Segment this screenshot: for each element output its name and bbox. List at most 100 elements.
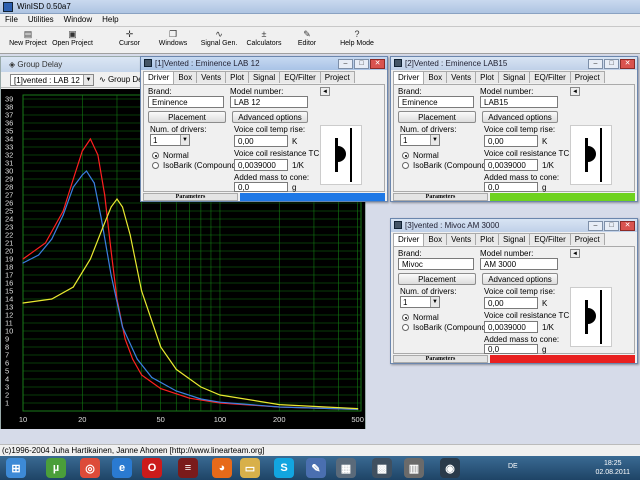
tab-driver[interactable]: Driver xyxy=(393,233,425,246)
num-drivers-select[interactable]: 1 ▼ xyxy=(400,134,440,146)
placement-button[interactable]: Placement xyxy=(398,111,476,123)
num-drivers-select[interactable]: 1 ▼ xyxy=(150,134,190,146)
opera-icon[interactable]: O xyxy=(142,458,162,478)
model-input[interactable]: AM 3000 xyxy=(480,258,558,270)
tab-eq-filter[interactable]: EQ/Filter xyxy=(529,233,571,245)
close-button[interactable]: ✕ xyxy=(620,221,635,231)
maximize-button[interactable]: □ xyxy=(604,59,619,69)
media-player-icon[interactable]: ◉ xyxy=(440,458,460,478)
placement-button[interactable]: Placement xyxy=(398,273,476,285)
start-orb-icon[interactable]: ⊞ xyxy=(6,458,26,478)
parameters-button[interactable]: Parameters xyxy=(393,193,488,201)
maximize-button[interactable]: □ xyxy=(604,221,619,231)
isobarik-radio[interactable]: IsoBarik (Compound) xyxy=(402,161,489,170)
tab-vents[interactable]: Vents xyxy=(446,233,477,245)
tab-plot[interactable]: Plot xyxy=(475,71,499,83)
brand-input[interactable]: Mivoc xyxy=(398,258,474,270)
media-app-icon[interactable]: ≡ xyxy=(178,458,198,478)
isobarik-radio[interactable]: IsoBarik (Compound) xyxy=(402,323,489,332)
winisd-icon[interactable]: ▦ xyxy=(336,458,356,478)
tab-signal[interactable]: Signal xyxy=(497,71,531,83)
tab-box[interactable]: Box xyxy=(423,71,448,83)
menu-help[interactable]: Help xyxy=(97,14,123,24)
tab-driver[interactable]: Driver xyxy=(393,71,425,84)
tab-project[interactable]: Project xyxy=(569,71,605,83)
menu-file[interactable]: File xyxy=(0,14,23,24)
vc-resistance-tc-input[interactable]: 0,0039000 xyxy=(484,321,538,333)
model-input[interactable]: LAB 12 xyxy=(230,96,308,108)
brand-input[interactable]: Eminence xyxy=(148,96,224,108)
brand-input[interactable]: Eminence xyxy=(398,96,474,108)
driver-window-title-bar[interactable]: [1]Vented : Eminence LAB 12 – □ ✕ xyxy=(141,57,387,70)
tab-signal[interactable]: Signal xyxy=(497,233,531,245)
advanced-options-button[interactable]: Advanced options xyxy=(482,111,558,123)
advanced-options-button[interactable]: Advanced options xyxy=(232,111,308,123)
added-mass-input[interactable]: 0,0 xyxy=(234,182,288,192)
chrome-icon[interactable]: ◎ xyxy=(80,458,100,478)
film-icon[interactable]: ▥ xyxy=(404,458,424,478)
tab-eq-filter[interactable]: EQ/Filter xyxy=(279,71,321,83)
driver-database-button[interactable]: ◄ xyxy=(570,87,580,96)
firefox-icon[interactable]: ◕ xyxy=(212,458,232,478)
model-label: Model number: xyxy=(480,87,534,96)
normal-radio[interactable]: Normal xyxy=(152,151,189,160)
windows-button[interactable]: ❐ Windows xyxy=(157,29,189,47)
driver-window-title-bar[interactable]: [3]vented : Mivoc AM 3000 – □ ✕ xyxy=(391,219,637,232)
vc-resistance-tc-input[interactable]: 0,0039000 xyxy=(234,159,288,171)
folder-icon[interactable]: ▭ xyxy=(240,458,260,478)
num-drivers-select[interactable]: 1 ▼ xyxy=(400,296,440,308)
tab-eq-filter[interactable]: EQ/Filter xyxy=(529,71,571,83)
tab-plot[interactable]: Plot xyxy=(475,233,499,245)
skype-icon[interactable]: S xyxy=(274,458,294,478)
tab-driver[interactable]: Driver xyxy=(143,71,175,84)
menu-window[interactable]: Window xyxy=(59,14,97,24)
added-mass-input[interactable]: 0,0 xyxy=(484,344,538,354)
clock[interactable]: 18:25 02.08.2011 xyxy=(595,459,630,477)
minimize-button[interactable]: – xyxy=(588,221,603,231)
utorrent-icon[interactable]: µ xyxy=(46,458,66,478)
maximize-button[interactable]: □ xyxy=(354,59,369,69)
tab-plot[interactable]: Plot xyxy=(225,71,249,83)
normal-radio[interactable]: Normal xyxy=(402,313,439,322)
parameters-button[interactable]: Parameters xyxy=(143,193,238,201)
internet-explorer-icon[interactable]: e xyxy=(112,458,132,478)
model-input[interactable]: LAB15 xyxy=(480,96,558,108)
signal-gen-button[interactable]: ∿ Signal Gen. xyxy=(200,29,238,47)
minimize-button[interactable]: – xyxy=(338,59,353,69)
cursor-button[interactable]: ✛ Cursor xyxy=(117,29,142,47)
tab-vents[interactable]: Vents xyxy=(196,71,227,83)
minimize-button[interactable]: – xyxy=(588,59,603,69)
open-project-button[interactable]: ▣ Open Project xyxy=(50,29,95,47)
tab-box[interactable]: Box xyxy=(423,233,448,245)
isobarik-radio[interactable]: IsoBarik (Compound) xyxy=(152,161,239,170)
placement-button[interactable]: Placement xyxy=(148,111,226,123)
vc-temp-rise-input[interactable]: 0,00 xyxy=(234,135,288,147)
paint-icon[interactable]: ✎ xyxy=(306,458,326,478)
tab-project[interactable]: Project xyxy=(569,233,605,245)
advanced-options-button[interactable]: Advanced options xyxy=(482,273,558,285)
editor-button[interactable]: ✎ Editor xyxy=(297,29,317,47)
tab-signal[interactable]: Signal xyxy=(247,71,281,83)
parameters-button[interactable]: Parameters xyxy=(393,355,488,363)
driver-window-title-bar[interactable]: [2]Vented : Eminence LAB15 – □ ✕ xyxy=(391,57,637,70)
vc-temp-rise-input[interactable]: 0,00 xyxy=(484,297,538,309)
menu-utilities[interactable]: Utilities xyxy=(23,14,59,24)
close-button[interactable]: ✕ xyxy=(620,59,635,69)
tab-vents[interactable]: Vents xyxy=(446,71,477,83)
language-indicator[interactable]: DE xyxy=(508,463,518,470)
tab-box[interactable]: Box xyxy=(173,71,198,83)
vc-temp-rise-input[interactable]: 0,00 xyxy=(484,135,538,147)
driver-database-button[interactable]: ◄ xyxy=(320,87,330,96)
project-select[interactable]: [1]vented : LAB 12 ▼ xyxy=(10,74,94,86)
calculators-button[interactable]: ± Calculators xyxy=(246,29,282,47)
help-mode-button[interactable]: ? Help Mode xyxy=(338,29,376,47)
normal-radio[interactable]: Normal xyxy=(402,151,439,160)
device-manager-icon[interactable]: ▩ xyxy=(372,458,392,478)
new-project-button[interactable]: ▤ New Project xyxy=(8,29,48,47)
vc-resistance-tc-input[interactable]: 0,0039000 xyxy=(484,159,538,171)
close-button[interactable]: ✕ xyxy=(370,59,385,69)
group-delay-dropdown-button[interactable]: ∿ Group De xyxy=(99,75,143,84)
added-mass-input[interactable]: 0,0 xyxy=(484,182,538,192)
driver-database-button[interactable]: ◄ xyxy=(570,249,580,258)
tab-project[interactable]: Project xyxy=(319,71,355,83)
